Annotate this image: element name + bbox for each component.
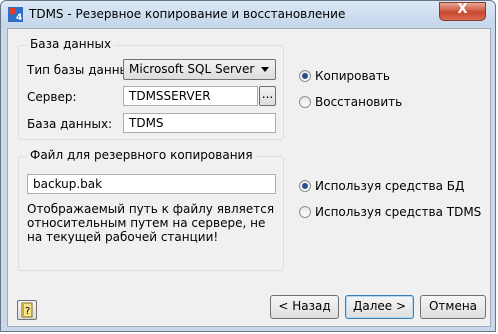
- server-value: TDMSSERVER: [129, 89, 211, 103]
- window-title: TDMS - Резервное копирование и восстанов…: [29, 7, 346, 21]
- backup-file-value: backup.bak: [33, 177, 103, 191]
- db-tools-radio-label: Используя средства БД: [315, 179, 465, 193]
- server-label: Сервер:: [27, 90, 77, 104]
- tdms-tools-radio-label: Используя средства TDMS: [315, 205, 482, 219]
- restore-radio-indicator: [299, 96, 311, 108]
- svg-text:?: ?: [25, 306, 30, 317]
- tdms-logo-icon: 4: [8, 7, 23, 22]
- restore-radio-label: Восстановить: [315, 95, 403, 109]
- chevron-down-icon: [261, 67, 269, 72]
- copy-radio-label: Копировать: [315, 69, 390, 83]
- tdms-tools-radio-indicator: [299, 206, 311, 218]
- database-input[interactable]: TDMS: [123, 113, 276, 133]
- database-group-title: База данных: [27, 37, 115, 51]
- cancel-button[interactable]: Отмена: [420, 295, 486, 319]
- svg-text:4: 4: [16, 13, 22, 22]
- database-value: TDMS: [129, 116, 164, 130]
- copy-radio-indicator: [299, 70, 311, 82]
- database-label: База данных:: [27, 117, 113, 131]
- db-tools-radio-indicator: [299, 180, 311, 192]
- browse-server-button[interactable]: ...: [259, 86, 276, 106]
- dialog-body: База данных Тип базы данных: Microsoft S…: [7, 28, 491, 327]
- server-input[interactable]: TDMSSERVER: [123, 86, 258, 106]
- back-button[interactable]: < Назад: [270, 295, 339, 319]
- close-button[interactable]: X: [439, 2, 486, 21]
- database-group: База данных Тип базы данных: Microsoft S…: [18, 37, 284, 140]
- relative-path-note: Отображаемый путь к файлу является относ…: [27, 202, 275, 244]
- backup-file-input[interactable]: backup.bak: [27, 174, 276, 194]
- backup-file-group-title: Файл для резервного копирования: [27, 148, 256, 162]
- help-button[interactable]: ?: [17, 300, 37, 320]
- close-icon: X: [457, 2, 468, 17]
- next-button[interactable]: Далее >: [345, 295, 414, 319]
- dialog-window: 4 TDMS - Резервное копирование и восстан…: [0, 0, 496, 332]
- backup-file-group: Файл для резервного копирования backup.b…: [18, 148, 284, 271]
- title-bar[interactable]: 4 TDMS - Резервное копирование и восстан…: [1, 1, 495, 27]
- help-book-icon: ?: [21, 302, 33, 318]
- db-type-value: Microsoft SQL Server: [129, 62, 255, 76]
- db-type-select[interactable]: Microsoft SQL Server: [123, 59, 276, 80]
